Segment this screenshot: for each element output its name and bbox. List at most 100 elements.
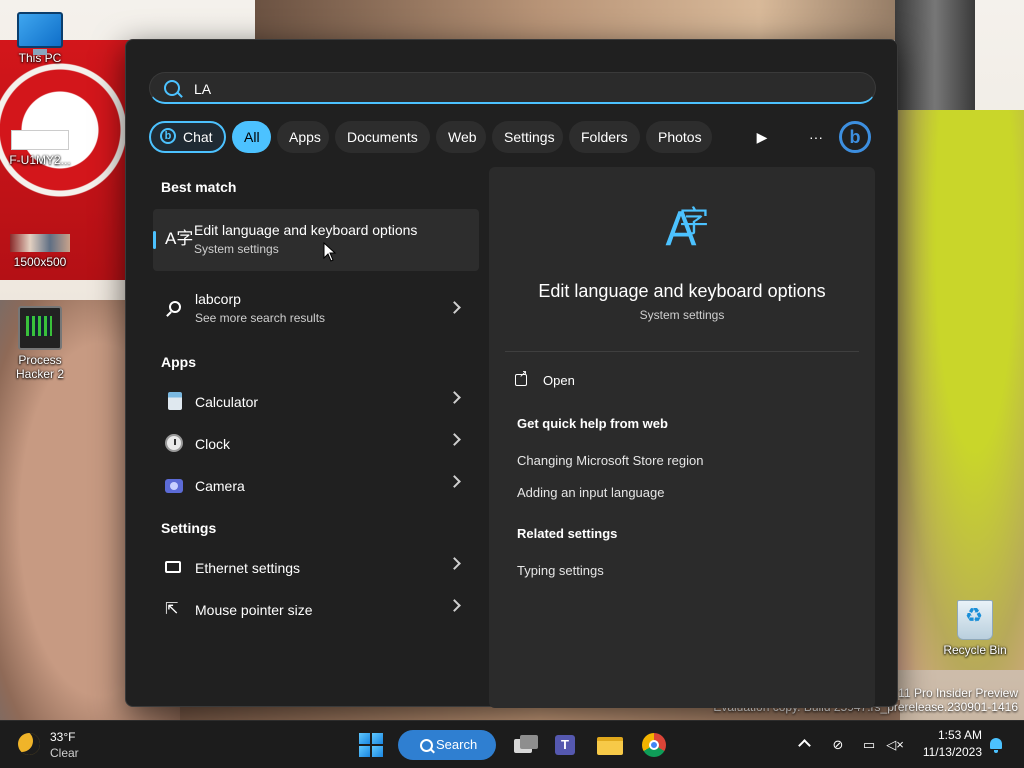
desktop-icon-recycle-bin[interactable]: Recycle Bin: [935, 600, 1015, 657]
recycle-bin-icon: [957, 600, 993, 640]
preview-subtitle: System settings: [639, 308, 725, 322]
desktop-icon-label: F-U1MY2...: [9, 153, 71, 167]
filter-label: Photos: [658, 129, 702, 145]
more-filters-play-icon[interactable]: ▶: [746, 121, 778, 153]
setting-result-title: Mouse pointer size: [195, 602, 313, 618]
desktop-icon-process-hacker[interactable]: Process Hacker 2: [0, 306, 80, 381]
weather-widget[interactable]: 33°F Clear: [18, 729, 118, 761]
search-icon: [420, 739, 433, 752]
clock-date[interactable]: 11/13/2023: [912, 745, 982, 759]
search-flyout: b Chat All Apps Documents Web Settings F…: [125, 39, 898, 708]
filter-apps[interactable]: Apps: [277, 121, 329, 153]
desktop-icon-image[interactable]: 1500x500: [0, 234, 80, 269]
help-link-store-region[interactable]: Changing Microsoft Store region: [517, 453, 703, 468]
setting-result-title: Ethernet settings: [195, 560, 301, 576]
taskbar-search-button[interactable]: Search: [398, 730, 496, 760]
open-action[interactable]: Open: [515, 369, 575, 388]
image-thumbnail-icon: [11, 130, 69, 150]
filter-label: Chat: [183, 129, 213, 145]
mouse-pointer-icon: ⇱: [165, 601, 179, 618]
best-match-title: Edit language and keyboard options: [194, 222, 418, 238]
chevron-right-icon[interactable]: [448, 475, 461, 488]
calculator-icon: [165, 392, 185, 412]
clock-time[interactable]: 1:53 AM: [920, 728, 982, 742]
chrome-icon[interactable]: [638, 729, 670, 761]
file-explorer-icon[interactable]: [594, 729, 626, 761]
taskbar: 33°F Clear Search ⊘ ▭ ◁× 1:53 AM 11/13/2…: [0, 720, 1024, 768]
app-result-title: Clock: [195, 436, 231, 452]
start-button-windows-icon[interactable]: [359, 733, 383, 757]
chevron-right-icon[interactable]: [448, 301, 461, 314]
related-link-typing[interactable]: Typing settings: [517, 563, 604, 578]
selection-indicator: [153, 231, 156, 249]
wallpaper-photo-strip: [895, 0, 975, 110]
weather-condition: Clear: [50, 746, 79, 760]
notification-bell-icon[interactable]: [988, 736, 1004, 754]
filter-settings[interactable]: Settings: [492, 121, 563, 153]
best-match-header: Best match: [161, 179, 237, 195]
task-view-icon[interactable]: [510, 729, 542, 761]
chevron-right-icon[interactable]: [448, 433, 461, 446]
filter-web[interactable]: Web: [436, 121, 486, 153]
search-input[interactable]: [192, 77, 796, 101]
filter-all[interactable]: All: [232, 121, 271, 153]
volume-muted-icon[interactable]: ◁×: [886, 736, 904, 754]
filter-documents[interactable]: Documents: [335, 121, 430, 153]
chevron-right-icon[interactable]: [448, 599, 461, 612]
chevron-right-icon[interactable]: [448, 391, 461, 404]
weather-temperature: 33°F: [50, 730, 76, 744]
language-icon: A 字: [649, 199, 713, 259]
setting-result-ethernet[interactable]: Ethernet settings: [153, 548, 479, 588]
app-result-camera[interactable]: Camera: [153, 466, 479, 506]
web-result-title: labcorp: [195, 291, 241, 307]
desktop-icon-file[interactable]: F-U1MY2...: [0, 130, 80, 167]
filter-chat[interactable]: b Chat: [149, 121, 226, 153]
monitor-icon: [17, 12, 63, 55]
ethernet-icon: [165, 558, 185, 578]
moon-icon: [18, 733, 40, 755]
image-thumbnail-icon: [10, 234, 70, 252]
open-external-icon: [515, 369, 527, 386]
app-result-calculator[interactable]: Calculator: [153, 382, 479, 422]
filter-label: Documents: [347, 129, 418, 145]
bing-icon[interactable]: b: [839, 121, 871, 153]
settings-header: Settings: [161, 520, 217, 536]
setting-result-mouse-pointer[interactable]: ⇱ Mouse pointer size: [153, 590, 479, 630]
wallpaper-photo-top: [255, 0, 975, 40]
more-options-icon[interactable]: ···: [800, 121, 832, 153]
apps-header: Apps: [161, 354, 196, 370]
quick-help-header: Get quick help from web: [517, 416, 668, 431]
network-disconnected-icon[interactable]: ⊘: [829, 736, 847, 754]
search-box[interactable]: [149, 72, 876, 104]
teams-icon[interactable]: [549, 729, 581, 761]
preview-pane: A 字 Edit language and keyboard options S…: [489, 167, 875, 708]
bing-chat-icon: b: [160, 128, 176, 144]
language-icon: A字: [165, 229, 194, 248]
best-match-subtitle: System settings: [194, 242, 279, 256]
app-result-title: Calculator: [195, 394, 259, 410]
clock-icon: [165, 434, 185, 454]
search-icon: [165, 299, 185, 319]
app-result-clock[interactable]: Clock: [153, 424, 479, 464]
process-hacker-icon: [18, 306, 62, 350]
filter-folders[interactable]: Folders: [569, 121, 640, 153]
filter-label: All: [244, 129, 260, 145]
chevron-up-icon[interactable]: [798, 739, 811, 752]
web-result-subtitle: See more search results: [195, 311, 326, 325]
web-result-labcorp[interactable]: labcorp See more search results: [153, 286, 479, 330]
desktop-icon-this-pc[interactable]: This PC: [0, 12, 80, 65]
related-settings-header: Related settings: [517, 526, 618, 541]
desktop-icon-label: 1500x500: [13, 255, 67, 269]
taskbar-search-label: Search: [436, 737, 478, 752]
camera-icon: [165, 476, 185, 496]
filter-label: Settings: [504, 129, 555, 145]
wallpaper-photo-right: [895, 110, 1024, 670]
chevron-right-icon[interactable]: [448, 557, 461, 570]
best-match-result[interactable]: A字 Edit language and keyboard options Sy…: [153, 209, 479, 271]
help-link-input-language[interactable]: Adding an input language: [517, 485, 664, 500]
desktop-icon-label: Recycle Bin: [943, 643, 1007, 657]
filter-label: Folders: [581, 129, 628, 145]
filter-photos[interactable]: Photos: [646, 121, 712, 153]
display-icon[interactable]: ▭: [860, 736, 878, 754]
filter-bar: b Chat All Apps Documents Web Settings F…: [149, 121, 879, 153]
